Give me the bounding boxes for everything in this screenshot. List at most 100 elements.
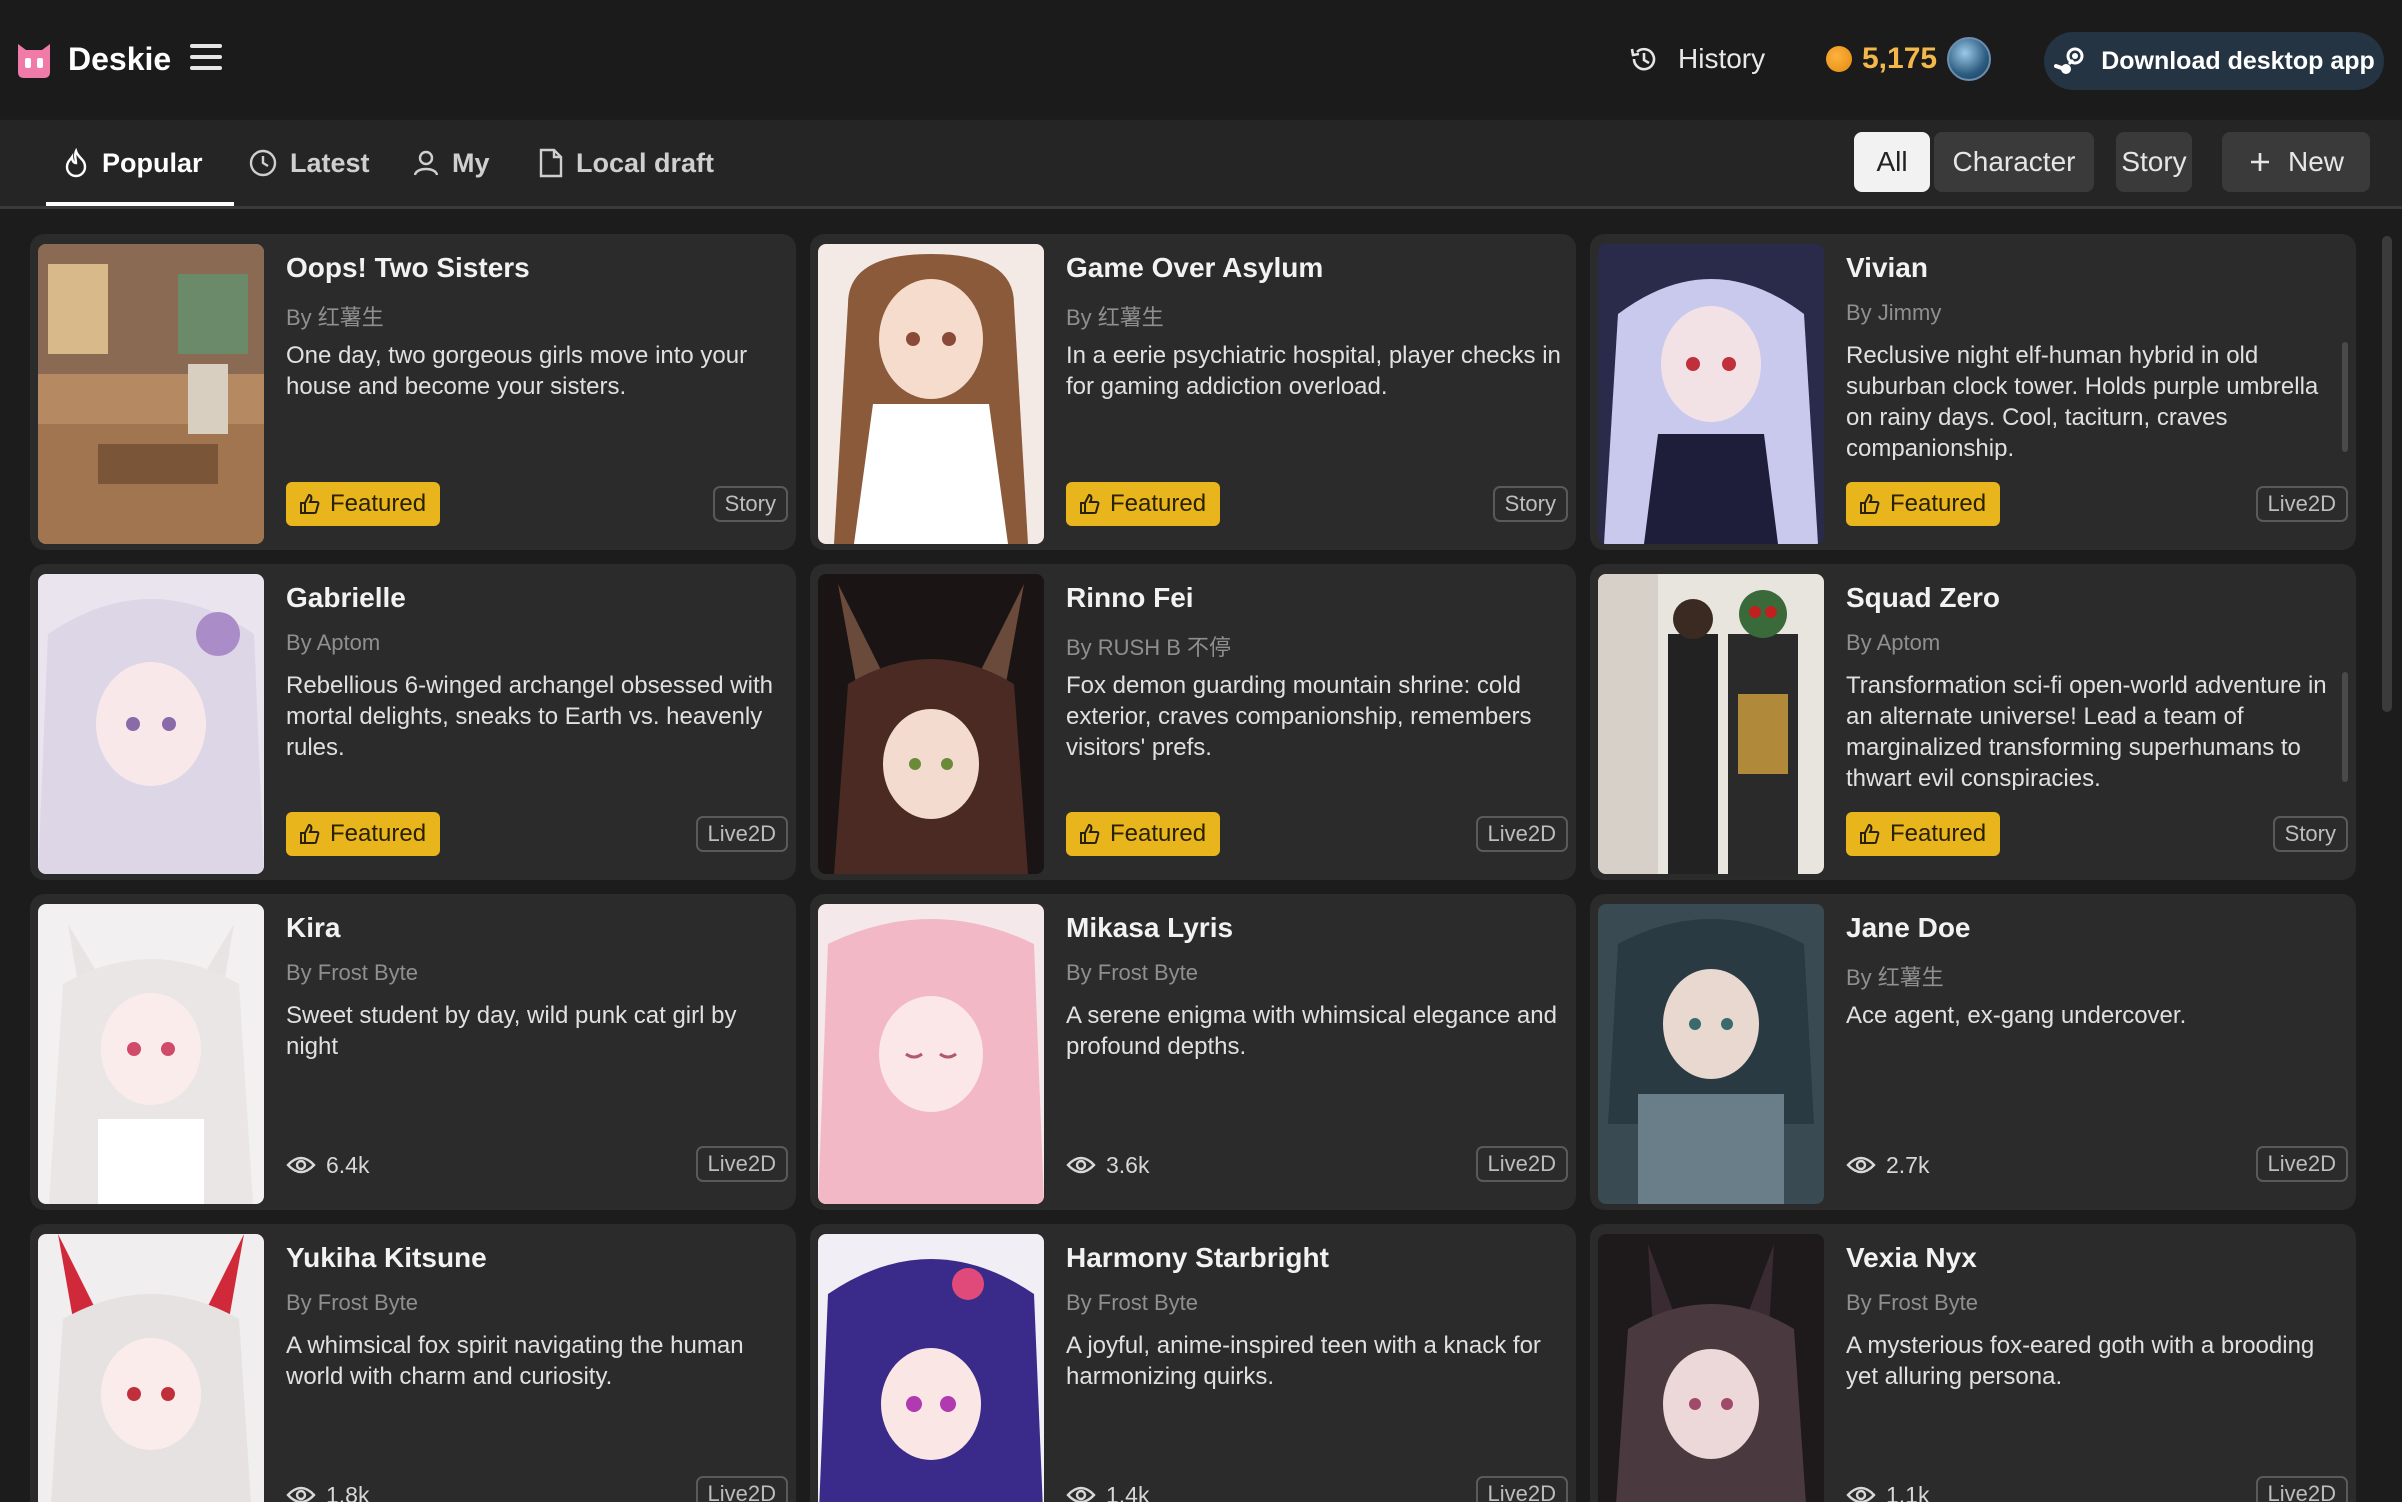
card-type-tag: Story	[712, 486, 788, 522]
featured-label: Featured	[1110, 820, 1207, 847]
card-gabrielle[interactable]: Gabrielle By Aptom Rebellious 6-winged a…	[30, 564, 796, 880]
view-count: 1.1k	[1846, 1478, 1929, 1502]
card-author: By Aptom	[286, 630, 381, 655]
thumbs-up-icon	[1860, 823, 1880, 844]
card-title: Vivian	[1846, 252, 1928, 283]
card-vivian[interactable]: Vivian By Jimmy Reclusive night elf-huma…	[1590, 234, 2356, 550]
plus-icon	[2250, 153, 2269, 171]
card-author: By Frost Byte	[1846, 1290, 1979, 1315]
card-title: Yukiha Kitsune	[286, 1242, 487, 1273]
filter-all[interactable]: All	[1854, 132, 1930, 192]
history-icon	[1630, 47, 1656, 71]
tab-latest[interactable]: Latest	[248, 120, 370, 206]
filter-story[interactable]: Story	[2116, 132, 2192, 192]
card-author: By Frost Byte	[286, 1290, 419, 1315]
card-description: Fox demon guarding mountain shrine: cold…	[1066, 672, 1532, 761]
card-title: Game Over Asylum	[1066, 252, 1324, 283]
card-yukiha-kitsune[interactable]: Yukiha Kitsune By Frost Byte A whimsical…	[30, 1224, 796, 1502]
card-type-tag: Live2D	[2255, 1146, 2348, 1182]
card-type-tag: Story	[1492, 486, 1568, 522]
card-thumbnail	[1598, 244, 1824, 544]
card-kira[interactable]: Kira By Frost Byte Sweet student by day,…	[30, 894, 796, 1210]
card-thumbnail	[38, 244, 264, 544]
card-type-tag: Live2D	[2255, 486, 2348, 522]
tab-local-draft-label: Local draft	[576, 147, 715, 178]
card-type-tag: Live2D	[2255, 1476, 2348, 1502]
eye-icon	[1066, 1156, 1096, 1174]
card-title: Squad Zero	[1846, 582, 2001, 613]
card-description: A whimsical fox spirit navigating the hu…	[286, 1332, 744, 1390]
featured-label: Featured	[1110, 490, 1207, 517]
card-author: By RUSH B 不停	[1066, 635, 1232, 660]
hamburger-menu-icon[interactable]	[190, 44, 222, 74]
coin-amount: 5,175	[1862, 42, 1938, 75]
featured-badge: Featured	[286, 812, 441, 856]
card-type-tag: Live2D	[1475, 816, 1568, 852]
active-tab-indicator	[46, 202, 234, 206]
card-thumbnail	[1598, 574, 1824, 874]
download-desktop-app-button[interactable]: Download desktop app	[2044, 32, 2384, 90]
user-avatar[interactable]	[1947, 37, 1992, 81]
card-author: By Aptom	[1846, 630, 1941, 655]
card-description: A serene enigma with whimsical elegance …	[1066, 1002, 1557, 1060]
card-thumbnail	[818, 244, 1044, 544]
coin-icon	[1826, 46, 1852, 72]
app-name[interactable]: Deskie	[68, 38, 171, 80]
featured-label: Featured	[1890, 490, 1987, 517]
featured-badge: Featured	[1846, 812, 2001, 856]
card-title: Oops! Two Sisters	[286, 252, 530, 283]
coin-balance[interactable]: 5,175	[1826, 37, 1992, 81]
featured-label: Featured	[1890, 820, 1987, 847]
download-label: Download desktop app	[2101, 46, 2375, 75]
deskie-logo-icon[interactable]	[14, 38, 54, 80]
card-title: Gabrielle	[286, 582, 406, 613]
card-thumbnail	[38, 904, 264, 1204]
card-mikasa-lyris[interactable]: Mikasa Lyris By Frost Byte A serene enig…	[810, 894, 1576, 1210]
card-harmony-starbright[interactable]: Harmony Starbright By Frost Byte A joyfu…	[810, 1224, 1576, 1502]
card-squad-zero[interactable]: Squad Zero By Aptom Transformation sci-f…	[1590, 564, 2356, 880]
view-count-value: 2.7k	[1886, 1151, 1930, 1178]
tab-local-draft[interactable]: Local draft	[538, 120, 714, 206]
card-type-tag: Story	[2272, 816, 2348, 852]
view-count: 1.8k	[286, 1478, 369, 1502]
tab-latest-label: Latest	[290, 147, 370, 178]
card-rinno-fei[interactable]: Rinno Fei By RUSH B 不停 Fox demon guardin…	[810, 564, 1576, 880]
card-vexia-nyx[interactable]: Vexia Nyx By Frost Byte A mysterious fox…	[1590, 1224, 2356, 1502]
card-title: Rinno Fei	[1066, 582, 1194, 613]
card-author: By 红薯生	[1066, 305, 1164, 330]
card-title: Jane Doe	[1846, 912, 1971, 943]
card-description: In a eerie psychiatric hospital, player …	[1066, 342, 1561, 400]
card-author: By Frost Byte	[1066, 960, 1199, 985]
page-scrollbar[interactable]	[2382, 236, 2392, 712]
filter-character[interactable]: Character	[1934, 132, 2094, 192]
new-button[interactable]: New	[2222, 132, 2370, 192]
description-scrollbar[interactable]	[2342, 672, 2348, 782]
card-game-over-asylum[interactable]: Game Over Asylum By 红薯生 In a eerie psych…	[810, 234, 1576, 550]
document-icon	[539, 148, 563, 178]
user-icon	[413, 150, 439, 176]
card-title: Kira	[286, 912, 341, 943]
history-button[interactable]: History	[1628, 38, 1765, 80]
tab-my[interactable]: My	[412, 120, 490, 206]
card-description: Transformation sci-fi open-world adventu…	[1846, 672, 2327, 790]
card-author: By Frost Byte	[1066, 1290, 1199, 1315]
eye-icon	[286, 1486, 316, 1502]
featured-label: Featured	[330, 490, 427, 517]
featured-label: Featured	[330, 820, 427, 847]
card-thumbnail	[818, 574, 1044, 874]
top-header: Deskie History 5,175 Download desktop ap…	[0, 0, 2402, 118]
description-scrollbar[interactable]	[2342, 342, 2348, 452]
eye-icon	[1066, 1486, 1096, 1502]
card-description: Rebellious 6-winged archangel obsessed w…	[286, 672, 773, 761]
card-title: Mikasa Lyris	[1066, 912, 1234, 943]
thumbs-up-icon	[300, 493, 320, 514]
card-oops-two-sisters[interactable]: Oops! Two Sisters By 红薯生 One day, two go…	[30, 234, 796, 550]
featured-badge: Featured	[1846, 482, 2001, 526]
thumbs-up-icon	[1080, 823, 1100, 844]
card-title: Vexia Nyx	[1846, 1242, 1977, 1273]
thumbs-up-icon	[1080, 493, 1100, 514]
tab-popular[interactable]: Popular	[62, 120, 203, 206]
card-description: Reclusive night elf-human hybrid in old …	[1846, 342, 2319, 460]
card-jane-doe[interactable]: Jane Doe By 红薯生 Ace agent, ex-gang under…	[1590, 894, 2356, 1210]
view-count-value: 1.4k	[1106, 1481, 1150, 1502]
